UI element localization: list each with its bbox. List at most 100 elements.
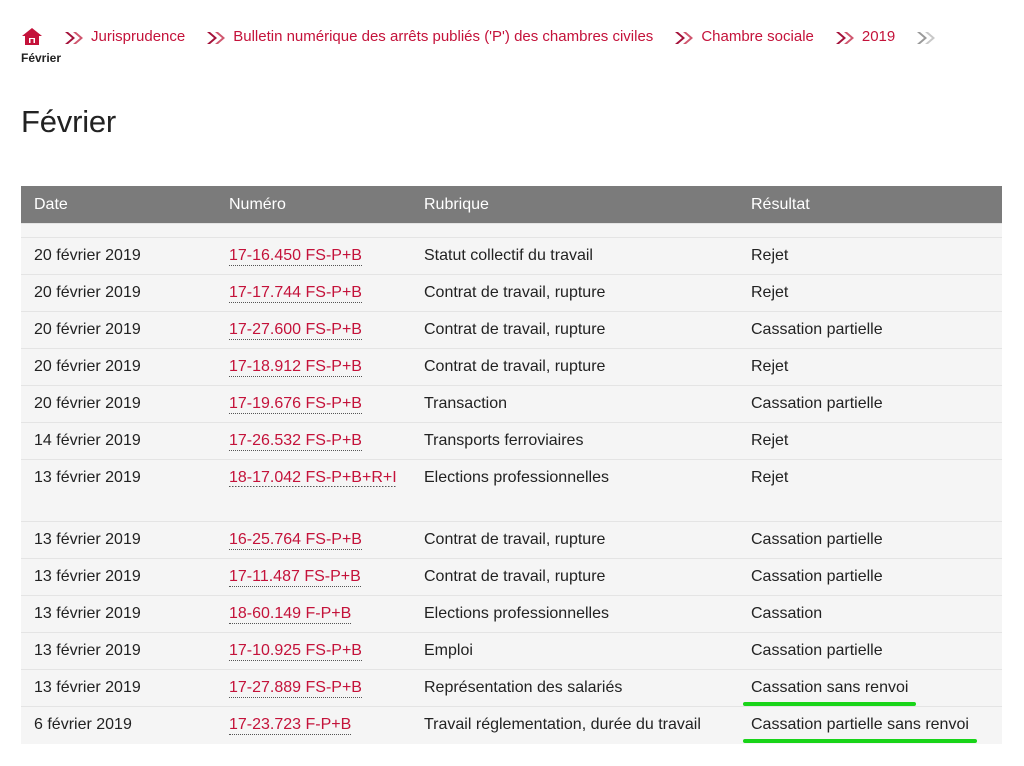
cell-numero: 17-27.600 FS-P+B — [216, 311, 411, 349]
cell-resultat: Cassation partielle — [738, 521, 1002, 559]
decision-link[interactable]: 17-17.744 FS-P+B — [229, 284, 362, 303]
cell-resultat: Rejet — [738, 274, 1002, 312]
decision-link[interactable]: 17-11.487 FS-P+B — [229, 568, 361, 587]
decision-link[interactable]: 17-23.723 F-P+B — [229, 716, 352, 735]
cell-resultat: Cassation — [738, 595, 1002, 633]
cell-rubrique: Contrat de travail, rupture — [411, 348, 738, 386]
cell-resultat: Rejet — [738, 348, 1002, 386]
cell-resultat: Rejet — [738, 459, 1002, 522]
table-row: 20 février 2019 17-19.676 FS-P+B Transac… — [21, 385, 1002, 423]
cell-resultat: Cassation partielle — [738, 385, 1002, 423]
cell-date: 13 février 2019 — [21, 459, 216, 522]
cell-rubrique: Statut collectif du travail — [411, 237, 738, 275]
breadcrumb-current: Février — [21, 51, 62, 65]
breadcrumb-row: Jurisprudence Bulletin numérique des arr… — [21, 26, 1001, 48]
cell-resultat: Cassation partielle — [738, 632, 1002, 670]
table-header-row: Date Numéro Rubrique Résultat — [21, 186, 1002, 224]
breadcrumb-link-chambre-sociale[interactable]: Chambre sociale — [701, 26, 814, 48]
table-row: 20 février 2019 17-16.450 FS-P+B Statut … — [21, 237, 1002, 275]
cell-numero: 18-60.149 F-P+B — [216, 595, 411, 633]
cell-date: 13 février 2019 — [21, 521, 216, 559]
table-row: 13 février 2019 18-17.042 FS-P+B+R+I Ele… — [21, 459, 1002, 522]
double-chevron-right-icon — [673, 30, 695, 44]
breadcrumb-link-2019[interactable]: 2019 — [862, 26, 895, 48]
cell-numero: 17-19.676 FS-P+B — [216, 385, 411, 423]
decision-link[interactable]: 17-26.532 FS-P+B — [229, 432, 362, 451]
cell-numero: 17-11.487 FS-P+B — [216, 558, 411, 596]
cell-rubrique: Elections professionnelles — [411, 459, 738, 522]
cell-numero: 17-27.889 FS-P+B — [216, 669, 411, 707]
cell-resultat: Cassation sans renvoi — [738, 669, 1002, 707]
cell-rubrique: Emploi — [411, 632, 738, 670]
spacer-cell — [21, 223, 1002, 238]
table-row: 14 février 2019 17-26.532 FS-P+B Transpo… — [21, 422, 1002, 460]
highlighted-result: Cassation partielle sans renvoi — [743, 716, 977, 743]
cell-numero: 16-25.764 FS-P+B — [216, 521, 411, 559]
decision-link[interactable]: 17-10.925 FS-P+B — [229, 642, 362, 661]
cell-date: 13 février 2019 — [21, 595, 216, 633]
cell-rubrique: Contrat de travail, rupture — [411, 311, 738, 349]
decision-link[interactable]: 17-27.889 FS-P+B — [229, 679, 362, 698]
cell-date: 13 février 2019 — [21, 669, 216, 707]
cell-date: 14 février 2019 — [21, 422, 216, 460]
double-chevron-right-icon — [915, 30, 937, 44]
decision-link[interactable]: 18-17.042 FS-P+B+R+I — [229, 469, 397, 487]
cell-date: 6 février 2019 — [21, 706, 216, 744]
cell-numero: 17-26.532 FS-P+B — [216, 422, 411, 460]
cell-numero: 17-16.450 FS-P+B — [216, 237, 411, 275]
cell-rubrique: Contrat de travail, rupture — [411, 521, 738, 559]
table-row: 13 février 2019 18-60.149 F-P+B Election… — [21, 595, 1002, 633]
cell-date: 13 février 2019 — [21, 558, 216, 596]
cell-date: 20 février 2019 — [21, 311, 216, 349]
cell-resultat: Rejet — [738, 237, 1002, 275]
table-row: 20 février 2019 17-18.912 FS-P+B Contrat… — [21, 348, 1002, 386]
header-date: Date — [21, 186, 216, 224]
header-resultat: Résultat — [738, 186, 1002, 224]
table-spacer — [21, 223, 1002, 238]
highlighted-result: Cassation sans renvoi — [742, 679, 917, 706]
cell-date: 20 février 2019 — [21, 348, 216, 386]
breadcrumb-link-jurisprudence[interactable]: Jurisprudence — [91, 26, 185, 48]
decision-link[interactable]: 17-27.600 FS-P+B — [229, 321, 362, 340]
cell-rubrique: Contrat de travail, rupture — [411, 274, 738, 312]
cell-resultat: Rejet — [738, 422, 1002, 460]
page: Jurisprudence Bulletin numérique des arr… — [0, 0, 1024, 766]
cell-numero: 18-17.042 FS-P+B+R+I — [216, 459, 411, 522]
cell-date: 20 février 2019 — [21, 274, 216, 312]
decision-link-wrap: 18-17.042 FS-P+B+R+I — [229, 468, 405, 488]
cell-rubrique: Transaction — [411, 385, 738, 423]
decision-link[interactable]: 17-16.450 FS-P+B — [229, 247, 362, 266]
cell-rubrique: Travail réglementation, durée du travail — [411, 706, 738, 744]
table-row: 6 février 2019 17-23.723 F-P+B Travail r… — [21, 706, 1002, 744]
cell-resultat: Cassation partielle sans renvoi — [738, 706, 1002, 744]
cell-numero: 17-23.723 F-P+B — [216, 706, 411, 744]
table-row: 13 février 2019 16-25.764 FS-P+B Contrat… — [21, 521, 1002, 559]
cell-rubrique: Elections professionnelles — [411, 595, 738, 633]
cell-rubrique: Représentation des salariés — [411, 669, 738, 707]
cell-resultat: Cassation partielle — [738, 311, 1002, 349]
table-row: 13 février 2019 17-10.925 FS-P+B Emploi … — [21, 632, 1002, 670]
decision-link[interactable]: 16-25.764 FS-P+B — [229, 531, 362, 550]
table-row: 20 février 2019 17-17.744 FS-P+B Contrat… — [21, 274, 1002, 312]
table-body: 20 février 2019 17-16.450 FS-P+B Statut … — [21, 223, 1002, 744]
cell-numero: 17-18.912 FS-P+B — [216, 348, 411, 386]
header-numero: Numéro — [216, 186, 411, 224]
header-rubrique: Rubrique — [411, 186, 738, 224]
cell-date: 20 février 2019 — [21, 385, 216, 423]
double-chevron-right-icon — [63, 30, 85, 44]
cell-numero: 17-17.744 FS-P+B — [216, 274, 411, 312]
cell-resultat: Cassation partielle — [738, 558, 1002, 596]
table-row: 13 février 2019 17-27.889 FS-P+B Représe… — [21, 669, 1002, 707]
breadcrumb-link-bulletin[interactable]: Bulletin numérique des arrêts publiés ('… — [233, 26, 653, 48]
decision-link[interactable]: 18-60.149 F-P+B — [229, 605, 352, 624]
decision-link[interactable]: 17-19.676 FS-P+B — [229, 395, 362, 414]
table-row: 13 février 2019 17-11.487 FS-P+B Contrat… — [21, 558, 1002, 596]
decision-link[interactable]: 17-18.912 FS-P+B — [229, 358, 362, 377]
double-chevron-right-icon — [205, 30, 227, 44]
table-row: 20 février 2019 17-27.600 FS-P+B Contrat… — [21, 311, 1002, 349]
cell-rubrique: Transports ferroviaires — [411, 422, 738, 460]
double-chevron-right-icon — [834, 30, 856, 44]
home-icon[interactable] — [21, 27, 43, 47]
breadcrumb: Jurisprudence Bulletin numérique des arr… — [21, 26, 1001, 66]
cell-rubrique: Contrat de travail, rupture — [411, 558, 738, 596]
